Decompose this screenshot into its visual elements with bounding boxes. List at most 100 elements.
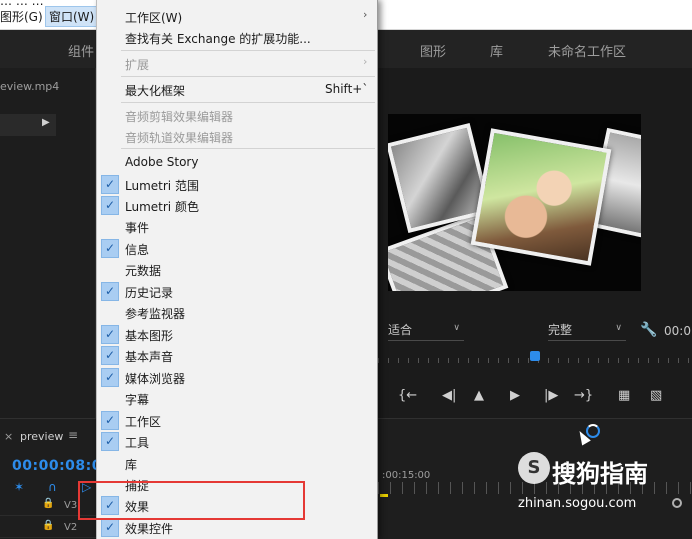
lock-icon[interactable]: 🔒 [42, 498, 54, 509]
nest-icon[interactable]: ✶ [14, 480, 24, 494]
menu-item-label: 最大化框架 [125, 84, 186, 98]
menu-item-maximize-frame[interactable]: 最大化框架 Shift+` [97, 79, 378, 100]
menu-item-label: 参考监视器 [125, 307, 186, 321]
close-icon[interactable]: × [4, 430, 13, 443]
menu-item-libraries[interactable]: 库 [97, 453, 378, 474]
tab-library[interactable]: 库 [490, 41, 503, 60]
chevron-down-icon: ∨ [453, 323, 460, 333]
menu-item-label: 扩展 [125, 58, 150, 72]
menu-item-lumetri-scopes[interactable]: ✓ Lumetri 范围 [97, 174, 378, 195]
overwrite-icon[interactable]: ▧ [650, 388, 662, 403]
project-panel: eview.mp4 ▶ [0, 68, 96, 418]
fit-dropdown[interactable]: 适合 ∨ [388, 321, 464, 341]
tab-components[interactable]: 组件 [68, 41, 94, 60]
quality-dropdown-value: 完整 [548, 323, 573, 337]
lift-icon[interactable]: ▲ [474, 388, 484, 403]
menu-item-label: 基本声音 [125, 350, 174, 364]
menu-item-tools[interactable]: ✓ 工具 [97, 431, 378, 452]
monitor-timecode: 00:0 [664, 324, 691, 338]
menu-item-label: 信息 [125, 243, 150, 257]
menu-item-captions[interactable]: 字幕 [97, 388, 378, 409]
sequence-tab[interactable]: preview [20, 430, 63, 443]
track-label: V2 [64, 522, 78, 533]
lock-icon[interactable]: 🔒 [42, 520, 54, 531]
fit-dropdown-value: 适合 [388, 323, 413, 337]
menu-item-effect-controls[interactable]: ✓ 效果控件 [97, 517, 378, 538]
menu-item-label: 库 [125, 458, 138, 472]
menu-item-label: Adobe Story [125, 155, 199, 169]
checkmark-icon: ✓ [101, 346, 119, 365]
project-bin-row[interactable]: ▶ [0, 114, 56, 136]
snap-magnet-icon[interactable]: ∩ [48, 480, 57, 494]
menu-bar-cut-text: … … … [0, 0, 44, 8]
menu-item-essential-graphics[interactable]: ✓ 基本图形 [97, 324, 378, 345]
sogou-logo-icon: S [518, 452, 550, 484]
menu-item-workspaces[interactable]: ✓ 工作区 [97, 410, 378, 431]
checkmark-icon: ✓ [101, 411, 119, 430]
submenu-arrow-icon: › [363, 55, 368, 68]
scroll-handle-icon[interactable] [672, 498, 682, 508]
insert-icon[interactable]: ▦ [618, 388, 630, 403]
menu-item-media-browser[interactable]: ✓ 媒体浏览器 [97, 367, 378, 388]
play-icon[interactable]: ▶ [510, 388, 520, 403]
tab-untitled-workspace[interactable]: 未命名工作区 [548, 41, 626, 60]
monitor-playhead[interactable] [530, 351, 540, 361]
menu-item-label: 效果控件 [125, 522, 174, 536]
menu-item-audio-track-effect-editor: 音频轨道效果编辑器 [97, 126, 378, 147]
menu-item-workspace-submenu[interactable]: 工作区(W) › [97, 6, 378, 27]
checkmark-icon: ✓ [101, 518, 119, 537]
menu-item-metadata[interactable]: 元数据 [97, 259, 378, 280]
menu-item-label: 字幕 [125, 393, 150, 407]
quality-dropdown[interactable]: 完整 ∨ [548, 321, 626, 341]
mark-out-icon[interactable]: →} [574, 388, 593, 403]
project-file-name[interactable]: eview.mp4 [0, 80, 59, 93]
menu-item-reference-monitor[interactable]: 参考监视器 [97, 302, 378, 323]
menu-item-label: 工作区 [125, 415, 162, 429]
menu-item-events[interactable]: 事件 [97, 216, 378, 237]
video-preview [388, 114, 641, 291]
menu-item-label: Lumetri 范围 [125, 179, 199, 193]
track-label: V3 [64, 500, 78, 511]
menu-item-exchange[interactable]: 查找有关 Exchange 的扩展功能... [97, 27, 378, 48]
menu-item-lumetri-color[interactable]: ✓ Lumetri 颜色 [97, 195, 378, 216]
menu-item-adobe-story[interactable]: Adobe Story [97, 152, 378, 173]
menu-item-history[interactable]: ✓ 历史记录 [97, 281, 378, 302]
checkmark-icon: ✓ [101, 368, 119, 387]
timeline-ruler-time: :00:15:00 [382, 470, 431, 481]
menu-item-label: 音频剪辑效果编辑器 [125, 110, 234, 124]
wrench-icon[interactable]: 🔧 [640, 322, 657, 338]
menu-item-label: 工作区(W) [125, 11, 183, 25]
step-back-icon[interactable]: ◀| [442, 388, 456, 403]
menu-separator [121, 76, 375, 77]
checkmark-icon: ✓ [101, 325, 119, 344]
menu-separator [121, 50, 375, 51]
menu-item-label: Lumetri 颜色 [125, 200, 199, 214]
step-forward-icon[interactable]: |▶ [544, 388, 558, 403]
work-area-bar[interactable] [380, 494, 388, 497]
menu-item-label: 音频轨道效果编辑器 [125, 131, 234, 145]
menu-item-extensions: 扩展 › [97, 53, 378, 74]
expand-arrow-icon[interactable]: ▶ [42, 117, 50, 128]
mark-in-icon[interactable]: {← [398, 388, 417, 403]
menu-item-info[interactable]: ✓ 信息 [97, 238, 378, 259]
menu-separator [121, 102, 375, 103]
menu-item-label: 元数据 [125, 264, 162, 278]
menu-item-shortcut: Shift+` [325, 82, 369, 96]
menu-item-label: 查找有关 Exchange 的扩展功能... [125, 32, 311, 46]
panel-menu-icon[interactable]: ≡ [68, 428, 78, 442]
checkmark-icon: ✓ [101, 239, 119, 258]
window-menu-dropdown: 工作区(W) › 查找有关 Exchange 的扩展功能... 扩展 › 最大化… [96, 0, 378, 539]
menu-window[interactable]: 窗口(W) [45, 6, 99, 27]
menu-item-label: 事件 [125, 221, 150, 235]
menu-item-audio-clip-effect-editor: 音频剪辑效果编辑器 [97, 105, 378, 126]
menu-separator [121, 148, 375, 149]
watermark-url: zhinan.sogou.com [518, 496, 637, 511]
chevron-down-icon: ∨ [615, 323, 622, 333]
checkmark-icon: ✓ [101, 282, 119, 301]
menu-item-essential-sound[interactable]: ✓ 基本声音 [97, 345, 378, 366]
photo-frame-color-family [470, 128, 612, 266]
tab-graphics[interactable]: 图形 [420, 41, 446, 60]
menu-item-label: 工具 [125, 436, 150, 450]
checkmark-icon: ✓ [101, 432, 119, 451]
menu-graphics[interactable]: 图形(G) [0, 8, 43, 25]
